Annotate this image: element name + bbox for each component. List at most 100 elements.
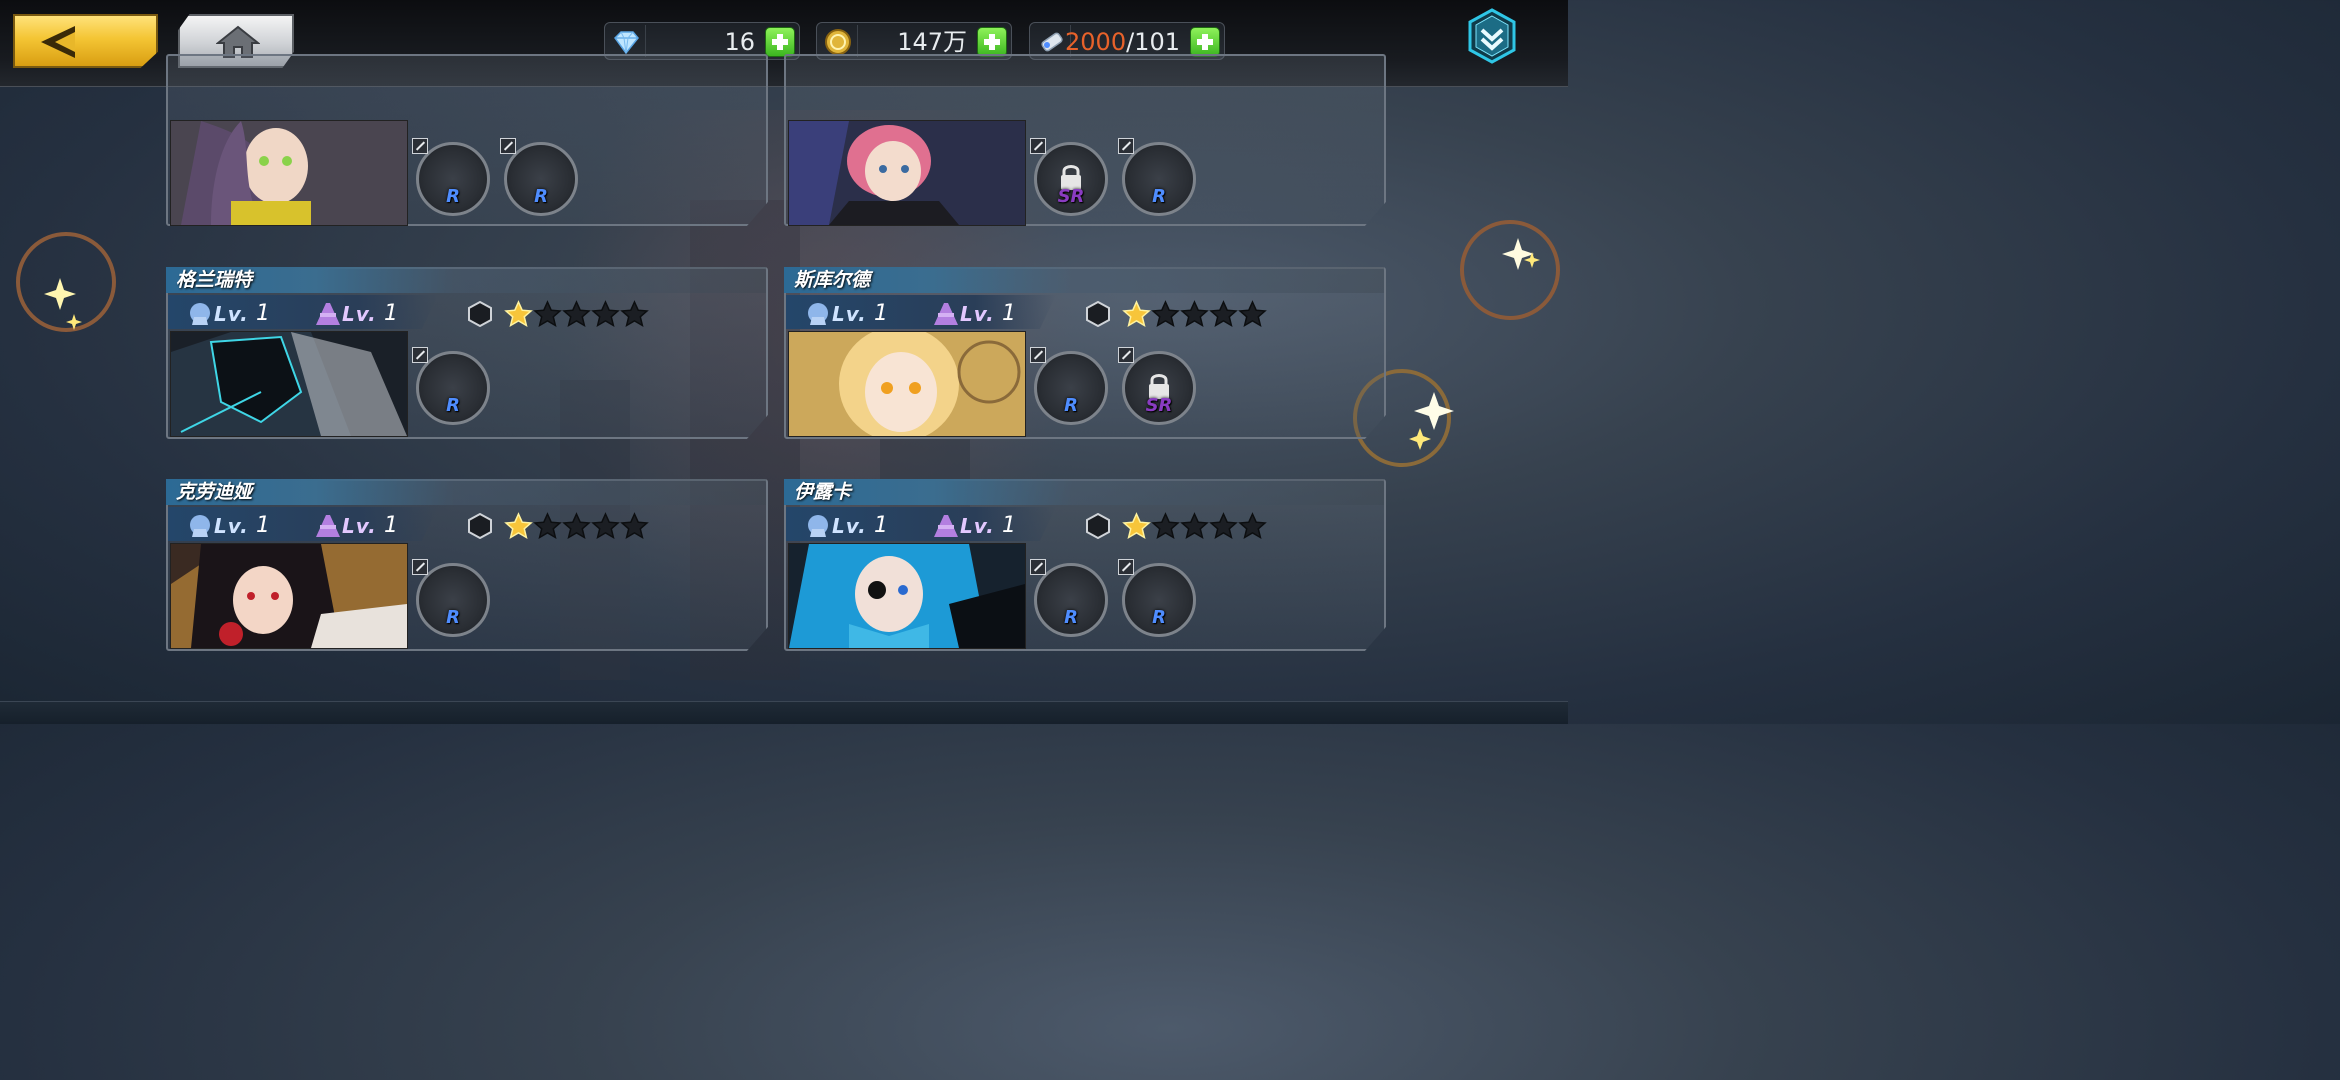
weapon-slot[interactable]: SR — [1118, 347, 1200, 429]
star-empty-icon — [1180, 300, 1209, 328]
level-value: 1 — [874, 301, 888, 326]
add-diamond-button[interactable] — [765, 27, 795, 57]
star-empty-icon — [562, 512, 591, 540]
star-empty-icon — [1151, 300, 1180, 328]
edit-icon — [1030, 347, 1046, 363]
star-empty-icon — [562, 300, 591, 328]
character-level-icon — [808, 303, 828, 325]
level-value: 1 — [256, 301, 270, 326]
hexagon-slot-icon — [1086, 513, 1110, 539]
star-empty-icon — [1151, 512, 1180, 540]
weapon-rarity: R — [1064, 607, 1078, 628]
menu-button[interactable] — [1466, 8, 1518, 64]
character-card[interactable]: 斯库尔德 Lv. 1 Lv. 1 R SR — [784, 267, 1386, 439]
weapon-slot[interactable]: R — [1118, 138, 1200, 220]
lv-label: Lv. — [960, 302, 995, 326]
weapon-slot[interactable]: R — [1118, 559, 1200, 641]
character-portrait — [170, 331, 408, 437]
weapon-slot[interactable]: R — [1030, 347, 1112, 429]
character-card[interactable]: R R — [166, 54, 768, 226]
star-empty-icon — [1180, 512, 1209, 540]
weapon-rarity: R — [1152, 186, 1166, 207]
edit-icon — [1118, 138, 1134, 154]
edit-icon — [1030, 138, 1046, 154]
character-portrait — [788, 120, 1026, 226]
lv-label: Lv. — [214, 514, 249, 538]
bottom-band — [0, 701, 1568, 724]
star-rating — [504, 300, 649, 328]
edit-icon — [1118, 559, 1134, 575]
character-card[interactable]: 格兰瑞特 Lv. 1 Lv. 1 R — [166, 267, 768, 439]
character-name: 克劳迪娅 — [176, 481, 253, 503]
character-card[interactable]: SR R — [784, 54, 1386, 226]
level-value: 1 — [256, 513, 270, 538]
hexagon-slot-icon — [1086, 301, 1110, 327]
star-empty-icon — [591, 512, 620, 540]
star-empty-icon — [533, 512, 562, 540]
weapon-rarity: R — [446, 607, 460, 628]
weapon-rarity: SR — [1145, 395, 1173, 416]
star-filled-icon — [1122, 300, 1151, 328]
star-empty-icon — [620, 512, 649, 540]
star-filled-icon — [1122, 512, 1151, 540]
character-level-icon — [190, 303, 210, 325]
star-empty-icon — [1209, 512, 1238, 540]
star-filled-icon — [504, 300, 533, 328]
lv-label: Lv. — [342, 514, 377, 538]
lv-label: Lv. — [342, 302, 377, 326]
edit-icon — [1030, 559, 1046, 575]
lv-label: Lv. — [214, 302, 249, 326]
character-portrait — [170, 120, 408, 226]
weapon-rarity: R — [534, 186, 548, 207]
weapon-slot[interactable]: SR — [1030, 138, 1112, 220]
stamina-value: 2000/101 — [1065, 27, 1180, 57]
lv-label: Lv. — [832, 514, 867, 538]
weapon-slot[interactable]: R — [1030, 559, 1112, 641]
hexagon-slot-icon — [468, 513, 492, 539]
diamond-icon — [614, 31, 639, 55]
sparkle-decoration-left — [16, 232, 116, 332]
weapon-level-icon — [316, 303, 340, 325]
gold-coin-icon — [825, 29, 851, 55]
star-empty-icon — [1209, 300, 1238, 328]
hexagon-slot-icon — [468, 301, 492, 327]
stamina-max: /101 — [1126, 28, 1180, 56]
character-name: 斯库尔德 — [794, 269, 871, 291]
weapon-rarity: R — [446, 186, 460, 207]
weapon-slot[interactable]: R — [500, 138, 582, 220]
star-rating — [504, 512, 649, 540]
stamina-current: 2000 — [1065, 28, 1127, 56]
character-level-icon — [808, 515, 828, 537]
weapon-slot[interactable]: R — [412, 138, 494, 220]
edit-icon — [412, 559, 428, 575]
star-rating — [1122, 300, 1267, 328]
weapon-rarity: R — [1064, 395, 1078, 416]
character-card[interactable]: 伊露卡 Lv. 1 Lv. 1 R R — [784, 479, 1386, 651]
star-empty-icon — [591, 300, 620, 328]
star-empty-icon — [1238, 512, 1267, 540]
weapon-slot[interactable]: R — [412, 559, 494, 641]
star-empty-icon — [620, 300, 649, 328]
level-value: 1 — [384, 301, 398, 326]
stamina-icon — [1041, 32, 1063, 52]
weapon-slot[interactable]: R — [412, 347, 494, 429]
weapon-level-icon — [934, 303, 958, 325]
add-stamina-button[interactable] — [1190, 27, 1220, 57]
character-level-icon — [190, 515, 210, 537]
character-card[interactable]: 克劳迪娅 Lv. 1 Lv. 1 R — [166, 479, 768, 651]
level-value: 1 — [874, 513, 888, 538]
back-button[interactable] — [13, 14, 158, 68]
edit-icon — [412, 347, 428, 363]
edit-icon — [500, 138, 516, 154]
character-portrait — [788, 543, 1026, 649]
character-name: 格兰瑞特 — [176, 269, 253, 291]
level-value: 1 — [384, 513, 398, 538]
edit-icon — [412, 138, 428, 154]
weapon-level-icon — [934, 515, 958, 537]
add-gold-button[interactable] — [977, 27, 1007, 57]
weapon-level-icon — [316, 515, 340, 537]
level-value: 1 — [1002, 513, 1016, 538]
gold-value: 147万 — [897, 28, 967, 56]
lv-label: Lv. — [960, 514, 995, 538]
character-portrait — [170, 543, 408, 649]
